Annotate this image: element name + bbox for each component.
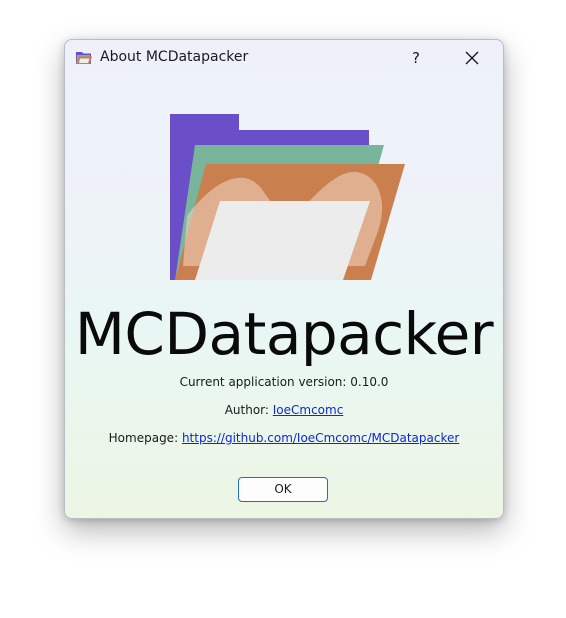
close-button[interactable] xyxy=(455,42,489,74)
about-dialog: About MCDatapacker ? MCDatapacker Curren… xyxy=(64,39,504,519)
close-icon xyxy=(465,51,479,65)
app-logo xyxy=(169,114,405,286)
version-text: Current application version: 0.10.0 xyxy=(179,375,389,389)
author-row: Author: IoeCmcomc xyxy=(65,403,503,417)
help-button[interactable]: ? xyxy=(399,42,433,74)
title-bar[interactable]: About MCDatapacker ? xyxy=(65,40,503,76)
homepage-label: Homepage: xyxy=(108,431,179,445)
author-label: Author: xyxy=(224,403,269,417)
homepage-link[interactable]: https://github.com/IoeCmcomc/MCDatapacke… xyxy=(182,431,459,445)
ok-button[interactable]: OK xyxy=(238,477,328,502)
folder-icon xyxy=(75,50,93,64)
author-link[interactable]: IoeCmcomc xyxy=(273,403,344,417)
app-name-heading: MCDatapacker xyxy=(74,300,494,368)
homepage-row: Homepage: https://github.com/IoeCmcomc/M… xyxy=(65,431,503,445)
window-title: About MCDatapacker xyxy=(100,49,249,65)
